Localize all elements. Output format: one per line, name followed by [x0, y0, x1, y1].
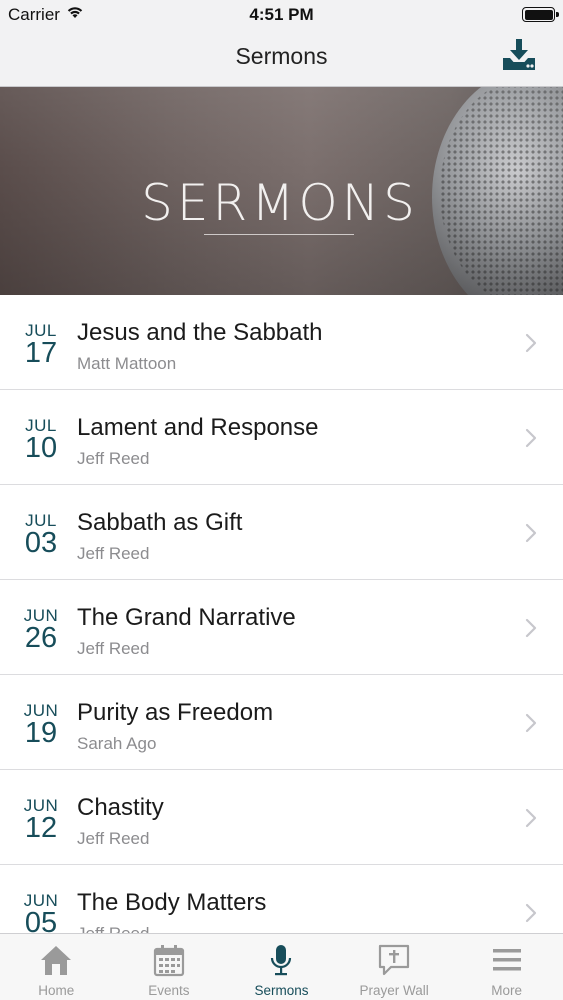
sermon-speaker: Sarah Ago	[77, 734, 157, 753]
sermon-speaker: Jeff Reed	[77, 449, 150, 468]
sermon-day: 26	[24, 622, 58, 654]
sermon-title: Chastity	[77, 794, 164, 821]
tab-more[interactable]: More	[450, 934, 563, 1000]
sermon-day: 19	[24, 717, 58, 749]
sermon-row[interactable]: JUL 17 Jesus and the Sabbath Matt Mattoon	[0, 295, 563, 390]
tab-label: Home	[38, 983, 75, 998]
clock: 4:51 PM	[249, 5, 314, 24]
sermon-day: 12	[24, 812, 58, 844]
home-icon	[39, 943, 73, 977]
sermon-title: Lament and Response	[77, 414, 319, 441]
sermon-title: The Grand Narrative	[77, 604, 296, 631]
tab-label: Events	[148, 983, 190, 998]
navigation-bar: Sermons	[0, 30, 563, 87]
microphone-icon	[264, 943, 298, 977]
tab-prayer-wall[interactable]: Prayer Wall	[338, 934, 451, 1000]
tab-label: Sermons	[254, 983, 309, 998]
tab-label: More	[491, 983, 523, 998]
menu-icon	[490, 943, 524, 977]
sermon-row[interactable]: JUL 10 Lament and Response Jeff Reed	[0, 390, 563, 485]
sermon-row[interactable]: JUN 19 Purity as Freedom Sarah Ago	[0, 675, 563, 770]
sermon-speaker: Jeff Reed	[77, 829, 150, 848]
status-bar: Carrier 4:51 PM	[0, 0, 563, 30]
tab-sermons[interactable]: Sermons	[225, 934, 338, 1000]
tab-label: Prayer Wall	[359, 983, 429, 998]
chevron-right-icon	[525, 523, 537, 543]
hero-banner: SERMONS	[0, 87, 563, 295]
hero-title: SERMONS	[141, 174, 419, 232]
chevron-right-icon	[525, 333, 537, 353]
sermon-row[interactable]: JUN 26 The Grand Narrative Jeff Reed	[0, 580, 563, 675]
sermon-title: The Body Matters	[77, 889, 267, 916]
sermon-list: JUL 17 Jesus and the Sabbath Matt Mattoon JU…	[0, 295, 563, 960]
battery-icon	[522, 7, 559, 22]
sermon-day: 03	[24, 527, 58, 559]
chevron-right-icon	[525, 428, 537, 448]
sermon-title: Sabbath as Gift	[77, 509, 243, 536]
chevron-right-icon	[525, 808, 537, 828]
tab-home[interactable]: Home	[0, 934, 113, 1000]
calendar-icon	[152, 943, 186, 977]
sermon-day: 10	[24, 432, 58, 464]
prayer-bubble-icon	[377, 943, 411, 977]
sermon-day: 17	[24, 337, 58, 369]
sermon-title: Jesus and the Sabbath	[77, 319, 323, 346]
tab-bar: Home Events Sermons Prayer Wall More	[0, 933, 563, 1000]
sermon-row[interactable]: JUL 03 Sabbath as Gift Jeff Reed	[0, 485, 563, 580]
tab-events[interactable]: Events	[113, 934, 226, 1000]
sermon-speaker: Jeff Reed	[77, 544, 150, 563]
download-icon[interactable]	[501, 38, 537, 72]
sermon-row[interactable]: JUN 12 Chastity Jeff Reed	[0, 770, 563, 865]
chevron-right-icon	[525, 903, 537, 923]
sermon-speaker: Matt Mattoon	[77, 354, 177, 373]
page-title: Sermons	[235, 43, 328, 69]
sermon-title: Purity as Freedom	[77, 699, 274, 726]
chevron-right-icon	[525, 713, 537, 733]
chevron-right-icon	[525, 618, 537, 638]
sermon-speaker: Jeff Reed	[77, 639, 150, 658]
hero-divider	[204, 234, 354, 235]
